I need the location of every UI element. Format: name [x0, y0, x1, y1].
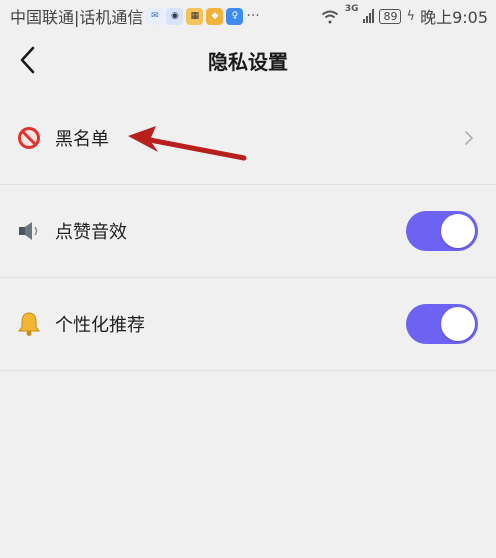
- qq-app-icon: ◉: [166, 7, 184, 25]
- bell-icon: [16, 311, 42, 337]
- network-type-label: 3G: [344, 4, 359, 14]
- personalized-recommendation-label: 个性化推荐: [55, 315, 145, 336]
- blacklist-row[interactable]: 黑名单: [0, 92, 496, 185]
- page-header: 隐私设置: [0, 28, 496, 92]
- personalized-recommendation-toggle[interactable]: [406, 304, 478, 344]
- blacklist-label: 黑名单: [55, 129, 109, 150]
- like-sound-row: 点赞音效: [0, 185, 496, 278]
- settings-list: 黑名单 点赞音效 个性化推荐: [0, 92, 496, 371]
- like-sound-toggle[interactable]: [406, 211, 478, 251]
- wifi-icon: [321, 10, 338, 24]
- charging-icon: ϟ: [406, 8, 416, 24]
- status-bar-left: 中国联通|话机通信 ✉ ◉ ▦ ◆ ♀ ···: [10, 4, 260, 28]
- signal-strength-icon: [363, 9, 375, 23]
- status-bar: 中国联通|话机通信 ✉ ◉ ▦ ◆ ♀ ··· 3G 89 ϟ 晚上9:05: [0, 0, 496, 28]
- personalized-recommendation-row: 个性化推荐: [0, 278, 496, 371]
- page-title: 隐私设置: [208, 50, 288, 74]
- toggle-knob: [441, 214, 475, 248]
- more-notifications-icon: ···: [246, 8, 260, 24]
- speaker-icon: [16, 218, 42, 244]
- chevron-right-icon: [465, 131, 473, 145]
- yellow-app-icon: ◆: [206, 7, 224, 25]
- like-sound-label: 点赞音效: [55, 222, 127, 243]
- battery-indicator: 89: [379, 8, 402, 24]
- blocked-icon: [16, 125, 42, 151]
- clock-time: 晚上9:05: [420, 8, 488, 27]
- status-bar-right: 3G 89 ϟ 晚上9:05: [320, 4, 488, 28]
- messenger-app-icon: ✉: [146, 7, 164, 25]
- cat-app-icon: ▦: [186, 7, 204, 25]
- carrier-label: 中国联通|话机通信: [10, 8, 144, 27]
- toggle-knob: [441, 307, 475, 341]
- bulb-app-icon: ♀: [226, 7, 244, 25]
